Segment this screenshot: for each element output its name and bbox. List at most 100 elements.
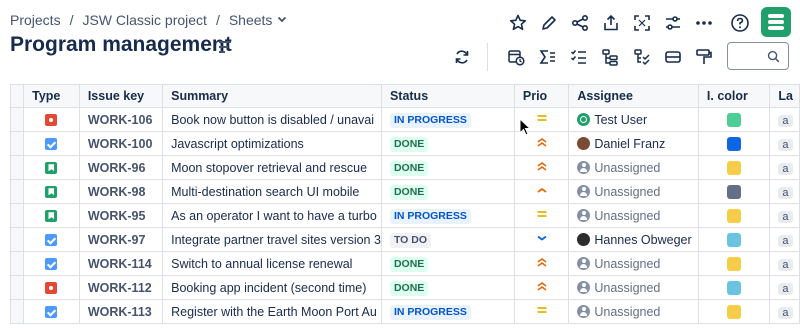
table-row[interactable]: WORK-113 Register with the Earth Moon Por… [9,299,800,324]
assignee-cell[interactable]: Unassigned [568,251,699,276]
column-header-type[interactable]: Type [23,84,80,108]
edit-icon[interactable] [537,11,561,35]
summary-cell[interactable]: Javascript optimizations [162,131,382,156]
status-cell[interactable]: IN PROGRESS [380,203,515,228]
column-header-issue-color[interactable]: I. color [697,84,771,108]
summary-cell[interactable]: Multi-destination search UI mobile [162,179,382,204]
issue-key-cell[interactable]: WORK-112 [78,275,164,300]
labels-cell[interactable]: a [769,275,800,300]
table-row[interactable]: WORK-96 Moon stopover retrieval and rescu… [9,155,800,180]
chevron-down-icon[interactable] [277,14,287,27]
assignee-cell[interactable]: Unassigned [568,275,699,300]
issue-key-cell[interactable]: WORK-95 [78,203,164,228]
row-gutter[interactable] [9,299,25,324]
priority-cell[interactable] [513,299,570,324]
issue-color-cell[interactable] [697,251,771,276]
breadcrumb-project[interactable]: JSW Classic project [82,12,206,28]
priority-cell[interactable] [513,155,570,180]
row-gutter[interactable] [9,275,25,300]
row-gutter[interactable] [9,251,25,276]
row-gutter[interactable] [9,131,25,156]
priority-cell[interactable] [513,179,570,204]
table-row[interactable]: WORK-114 Switch to annual license renewal… [9,251,800,276]
row-gutter[interactable] [9,203,25,228]
status-cell[interactable]: DONE [380,131,515,156]
issue-color-cell[interactable] [697,299,771,324]
labels-cell[interactable]: a [769,131,800,156]
title-options-icon[interactable] [219,41,231,56]
type-cell[interactable] [23,275,80,300]
issue-key-cell[interactable]: WORK-114 [78,251,164,276]
type-cell[interactable] [23,131,80,156]
type-cell[interactable] [23,179,80,204]
star-icon[interactable] [506,11,530,35]
summary-cell[interactable]: Integrate partner travel sites version 3 [162,227,382,252]
row-gutter[interactable] [9,155,25,180]
refresh-icon[interactable] [450,45,474,69]
row-gutter[interactable] [9,179,25,204]
column-header-status[interactable]: Status [380,84,515,108]
row-gutter[interactable] [9,227,25,252]
status-cell[interactable]: IN PROGRESS [380,107,515,132]
labels-cell[interactable]: a [769,203,800,228]
type-cell[interactable] [23,203,80,228]
issue-key-cell[interactable]: WORK-97 [78,227,164,252]
table-row[interactable]: WORK-97 Integrate partner travel sites ve… [9,227,800,252]
column-header-issue-key[interactable]: Issue key [78,84,164,108]
column-header-prio[interactable]: Prio [513,84,570,108]
type-cell[interactable] [23,107,80,132]
labels-cell[interactable]: a [769,155,800,180]
type-cell[interactable] [23,227,80,252]
filter-hierarchy-icon[interactable] [630,45,654,69]
table-row[interactable]: WORK-100 Javascript optimizations DONE Dani… [9,131,800,156]
labels-cell[interactable]: a [769,179,800,204]
assignee-cell[interactable]: Unassigned [568,155,699,180]
status-cell[interactable]: DONE [380,251,515,276]
assignee-cell[interactable]: Hannes Obweger [568,227,699,252]
issue-color-cell[interactable] [697,227,771,252]
assignee-cell[interactable]: Unassigned [568,179,699,204]
status-cell[interactable]: DONE [380,155,515,180]
assignee-cell[interactable]: Unassigned [568,203,699,228]
type-cell[interactable] [23,299,80,324]
issue-key-cell[interactable]: WORK-96 [78,155,164,180]
issue-color-cell[interactable] [697,155,771,180]
table-row[interactable]: WORK-106 Book now button is disabled / un… [9,107,800,132]
summary-cell[interactable]: Booking app incident (second time) [162,275,382,300]
table-row[interactable]: WORK-112 Booking app incident (second tim… [9,275,800,300]
settings-sliders-icon[interactable] [661,11,685,35]
hierarchy-icon[interactable] [598,45,622,69]
column-header-assignee[interactable]: Assignee [568,84,699,108]
issue-key-cell[interactable]: WORK-106 [78,107,164,132]
status-cell[interactable]: TO DO [380,227,515,252]
summary-cell[interactable]: Moon stopover retrieval and rescue [162,155,382,180]
app-logo-icon[interactable] [761,7,791,37]
priority-cell[interactable] [513,251,570,276]
calendar-status-icon[interactable] [504,45,528,69]
sum-icon[interactable] [536,45,560,69]
labels-cell[interactable]: a [769,299,800,324]
priority-cell[interactable] [513,275,570,300]
labels-cell[interactable]: a [769,107,800,132]
issue-color-cell[interactable] [697,179,771,204]
issue-color-cell[interactable] [697,107,771,132]
assignee-cell[interactable]: Test User [568,107,699,132]
type-cell[interactable] [23,155,80,180]
table-row[interactable]: WORK-95 As an operator I want to have a t… [9,203,800,228]
labels-cell[interactable]: a [769,251,800,276]
export-icon[interactable] [599,11,623,35]
table-row[interactable]: WORK-98 Multi-destination search UI mobil… [9,179,800,204]
status-cell[interactable]: IN PROGRESS [380,299,515,324]
more-icon[interactable] [692,11,716,35]
column-header-summary[interactable]: Summary [162,84,382,108]
column-header-labels[interactable]: La [769,84,800,108]
search-input[interactable] [727,42,789,70]
issue-key-cell[interactable]: WORK-98 [78,179,164,204]
paint-format-icon[interactable] [692,45,716,69]
help-icon[interactable] [728,11,752,35]
summary-cell[interactable]: As an operator I want to have a turbo [162,203,382,228]
summary-cell[interactable]: Register with the Earth Moon Port Au [162,299,382,324]
row-gutter[interactable] [9,107,25,132]
assignee-cell[interactable]: Daniel Franz [568,131,699,156]
summary-cell[interactable]: Switch to annual license renewal [162,251,382,276]
